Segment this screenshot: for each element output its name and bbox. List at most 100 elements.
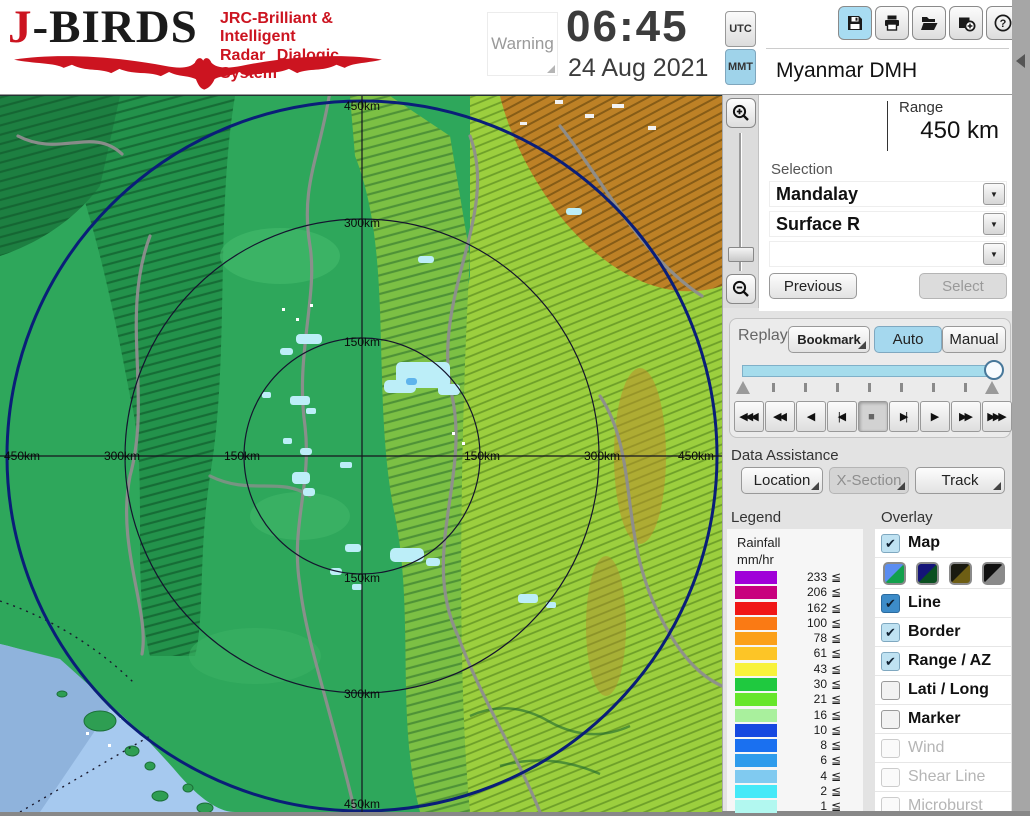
legend-value: 233	[806, 570, 827, 584]
overlay-item[interactable]: ✔ Lati / Long	[875, 676, 1011, 705]
legend-item: 2 ≦	[727, 783, 863, 798]
ring-label-450-bottom: 450km	[344, 797, 380, 811]
save-button[interactable]	[838, 6, 872, 40]
ring-label-150-top: 150km	[344, 335, 380, 349]
print-button[interactable]	[875, 6, 909, 40]
map-style-black-olive[interactable]	[949, 561, 972, 585]
legend-unit-line2: mm/hr	[737, 552, 774, 567]
chevron-down-icon[interactable]: ▼	[983, 183, 1005, 205]
timezone-mmt-button[interactable]: MMT	[725, 49, 756, 85]
corner-arrow-icon	[993, 482, 1001, 490]
legend-scale: 233 ≦ 206 ≦ 162 ≦ 100 ≦ 78 ≦ 61 ≦ 43 ≦ 3…	[727, 571, 863, 816]
map-style-navy-darkgreen[interactable]	[916, 561, 939, 585]
checkbox[interactable]: ✔	[881, 622, 900, 642]
extra-dropdown[interactable]: ▼	[769, 241, 1007, 267]
legend-item: 4 ≦	[727, 769, 863, 783]
legend-item: 8 ≦	[727, 739, 863, 753]
legend-item: 162 ≦	[727, 601, 863, 615]
product-dropdown[interactable]: Surface R ▼	[769, 211, 1007, 237]
overlay-item-label: Shear Line	[908, 768, 986, 785]
overlay-item[interactable]: ✔ Marker	[875, 705, 1011, 734]
x-section-button[interactable]: X-Section	[829, 467, 909, 494]
toolbar: ?	[838, 6, 1020, 40]
rewind-2x-button[interactable]: ◀◀	[765, 401, 795, 432]
rewind-3x-button[interactable]: ◀◀◀	[734, 401, 764, 432]
legend-operator: ≦	[831, 585, 842, 600]
legend-operator: ≦	[831, 753, 842, 768]
check-icon: ✔	[885, 624, 896, 640]
chevron-down-icon[interactable]: ▼	[983, 243, 1005, 265]
slider-start-marker[interactable]	[736, 381, 750, 394]
legend-value: 30	[813, 676, 827, 691]
forward-2x-button[interactable]: ▶▶	[951, 401, 981, 432]
previous-button[interactable]: Previous	[769, 273, 857, 299]
forward-3x-button[interactable]: ▶▶▶	[982, 401, 1012, 432]
checkbox[interactable]: ✔	[881, 651, 900, 671]
overlay-item[interactable]: ✔ Range / AZ	[875, 647, 1011, 676]
slider-tick	[772, 383, 775, 392]
select-button[interactable]: Select	[919, 273, 1007, 299]
overlay-item-map[interactable]: ✔ Map	[875, 529, 1011, 558]
ring-label-450-left: 450km	[4, 449, 40, 463]
selection-label: Selection	[771, 161, 833, 178]
timezone-utc-button[interactable]: UTC	[725, 11, 756, 47]
location-button[interactable]: Location	[741, 467, 823, 494]
data-assistance-label: Data Assistance	[731, 447, 839, 464]
checkbox[interactable]: ✔	[881, 680, 900, 700]
step-back-button[interactable]: |◀	[827, 401, 857, 432]
ring-label-300-left: 300km	[104, 449, 140, 463]
overlay-item[interactable]: ✔ Shear Line	[875, 763, 1011, 792]
legend-operator: ≦	[831, 676, 842, 691]
auto-button[interactable]: Auto	[874, 326, 942, 353]
radar-map[interactable]: 450km 300km 150km 150km 300km 450km 450k…	[0, 95, 722, 812]
map-style-black-gray[interactable]	[982, 561, 1005, 585]
track-button[interactable]: Track	[915, 467, 1005, 494]
header-separator	[766, 48, 1009, 49]
overlay-item[interactable]: ✔ Border	[875, 618, 1011, 647]
step-forward-button[interactable]: ▶|	[889, 401, 919, 432]
slider-end-marker[interactable]	[985, 381, 999, 394]
chevron-down-icon[interactable]: ▼	[983, 213, 1005, 235]
legend-item: 21 ≦	[727, 693, 863, 707]
open-folder-button[interactable]	[912, 6, 946, 40]
manual-button[interactable]: Manual	[942, 326, 1006, 353]
overlay-item[interactable]: ✔ Wind	[875, 734, 1011, 763]
legend-panel: Rainfall mm/hr 233 ≦ 206 ≦ 162 ≦ 100 ≦ 7…	[727, 529, 863, 814]
zoom-slider-handle[interactable]	[728, 247, 754, 262]
bookmark-button[interactable]: Bookmark	[788, 326, 870, 353]
stop-button[interactable]: ■	[858, 401, 888, 432]
replay-slider[interactable]	[742, 365, 1000, 377]
map-style-blue-green[interactable]	[883, 561, 906, 585]
clock-date: 24 Aug 2021	[568, 54, 709, 82]
play-button[interactable]: ▶	[920, 401, 950, 432]
legend-color-swatch	[735, 647, 777, 661]
site-dropdown[interactable]: Mandalay ▼	[769, 181, 1007, 207]
legend-title: Legend	[731, 509, 782, 526]
overlay-item-label: Line	[908, 594, 941, 611]
legend-operator: ≦	[831, 783, 842, 798]
checkbox[interactable]: ✔	[881, 533, 900, 553]
checkbox[interactable]: ✔	[881, 738, 900, 758]
legend-color-swatch	[735, 693, 777, 707]
zoom-in-button[interactable]	[726, 98, 756, 128]
checkbox[interactable]: ✔	[881, 709, 900, 729]
checkbox[interactable]: ✔	[881, 593, 900, 613]
selection-card: Range 450 km Selection Mandalay ▼ Surfac…	[759, 95, 1013, 311]
legend-color-swatch	[735, 708, 777, 722]
overlay-panel: ✔ Map ✔ Line ✔ Border ✔ Range / AZ Lati …	[875, 529, 1011, 811]
legend-value: 78	[813, 631, 827, 646]
legend-value: 206	[806, 585, 827, 600]
legend-color-swatch	[735, 616, 777, 630]
warning-button[interactable]: Warning	[487, 12, 558, 76]
checkbox[interactable]: ✔	[881, 767, 900, 787]
legend-value: 61	[813, 646, 827, 661]
overlay-item[interactable]: ✔ Line	[875, 589, 1011, 618]
overlay-item[interactable]: ✔ Microburst	[875, 792, 1011, 811]
replay-slider-handle[interactable]	[984, 360, 1004, 380]
collapse-panel-icon[interactable]	[1016, 54, 1025, 68]
checkbox[interactable]: ✔	[881, 796, 900, 811]
zoom-out-button[interactable]	[726, 274, 756, 304]
legend-item: 6 ≦	[727, 753, 863, 768]
capture-button[interactable]	[949, 6, 983, 40]
play-backward-button[interactable]: ◀	[796, 401, 826, 432]
